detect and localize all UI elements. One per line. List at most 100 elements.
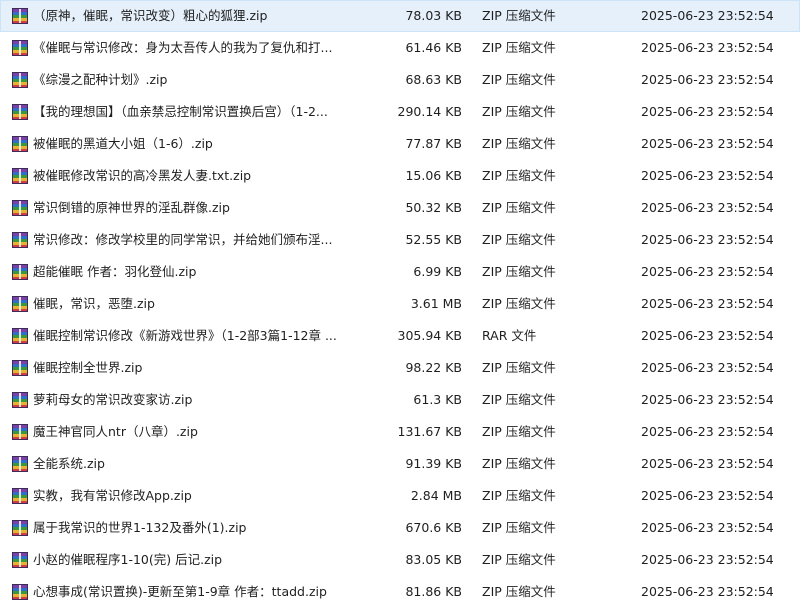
file-modified-date: 2025-06-23 23:52:54 [641, 168, 774, 183]
file-type: ZIP 压缩文件 [482, 72, 556, 87]
file-size: 6.99 KB [413, 264, 462, 279]
file-row[interactable]: 常识修改：修改学校里的同学常识，并给她们颁布淫... 52.55 KB ZIP 压缩… [0, 224, 800, 256]
file-modified-date: 2025-06-23 23:52:54 [641, 360, 774, 375]
file-name[interactable]: 全能系统.zip [33, 448, 105, 480]
file-modified-date: 2025-06-23 23:52:54 [641, 328, 774, 343]
archive-file-icon [12, 296, 28, 312]
file-name[interactable]: 属于我常识的世界1-132及番外(1).zip [33, 512, 246, 544]
file-name[interactable]: 催眠，常识，恶堕.zip [33, 288, 155, 320]
file-type: ZIP 压缩文件 [482, 552, 556, 567]
file-row[interactable]: 《综漫之配种计划》.zip 68.63 KB ZIP 压缩文件 2025-06-23 … [0, 64, 800, 96]
archive-file-icon [12, 392, 28, 408]
file-name[interactable]: 被催眠修改常识的高冷黑发人妻.txt.zip [33, 160, 251, 192]
file-type: ZIP 压缩文件 [482, 264, 556, 279]
archive-file-icon [12, 232, 28, 248]
file-size: 81.86 KB [405, 584, 462, 599]
file-row[interactable]: 全能系统.zip 91.39 KB ZIP 压缩文件 2025-06-23 23:52… [0, 448, 800, 480]
file-type: ZIP 压缩文件 [482, 296, 556, 311]
file-modified-date: 2025-06-23 23:52:54 [641, 296, 774, 311]
archive-file-icon [12, 136, 28, 152]
file-row[interactable]: 实教，我有常识修改App.zip 2.84 MB ZIP 压缩文件 2025-06-2… [0, 480, 800, 512]
archive-file-icon [12, 456, 28, 472]
file-name[interactable]: 实教，我有常识修改App.zip [33, 480, 192, 512]
file-row[interactable]: 属于我常识的世界1-132及番外(1).zip 670.6 KB ZIP 压缩文件 2… [0, 512, 800, 544]
file-type: ZIP 压缩文件 [482, 392, 556, 407]
file-type: ZIP 压缩文件 [482, 232, 556, 247]
file-name[interactable]: 《综漫之配种计划》.zip [33, 64, 167, 96]
file-name[interactable]: 小赵的催眠程序1-10(完) 后记.zip [33, 544, 222, 576]
file-type: ZIP 压缩文件 [482, 8, 556, 23]
file-row[interactable]: 被催眠的黑道大小姐（1-6）.zip 77.87 KB ZIP 压缩文件 2025-0… [0, 128, 800, 160]
file-row[interactable]: 萝莉母女的常识改变家访.zip 61.3 KB ZIP 压缩文件 2025-06-23… [0, 384, 800, 416]
file-modified-date: 2025-06-23 23:52:54 [641, 232, 774, 247]
file-modified-date: 2025-06-23 23:52:54 [641, 104, 774, 119]
file-modified-date: 2025-06-23 23:52:54 [641, 584, 774, 599]
file-name[interactable]: 常识修改：修改学校里的同学常识，并给她们颁布淫... [33, 224, 332, 256]
file-modified-date: 2025-06-23 23:52:54 [641, 8, 774, 23]
archive-file-icon [12, 264, 28, 280]
file-modified-date: 2025-06-23 23:52:54 [641, 520, 774, 535]
file-type: ZIP 压缩文件 [482, 520, 556, 535]
file-size: 78.03 KB [405, 8, 462, 23]
file-type: ZIP 压缩文件 [482, 424, 556, 439]
file-name[interactable]: 魔王神官同人ntr（八章）.zip [33, 416, 198, 448]
file-modified-date: 2025-06-23 23:52:54 [641, 40, 774, 55]
file-row[interactable]: 【我的理想国】（血亲禁忌控制常识置换后宫）（1-2... 290.14 KB ZIP… [0, 96, 800, 128]
file-row[interactable]: 魔王神官同人ntr（八章）.zip 131.67 KB ZIP 压缩文件 2025-0… [0, 416, 800, 448]
file-size: 52.55 KB [405, 232, 462, 247]
file-size: 83.05 KB [405, 552, 462, 567]
file-size: 68.63 KB [405, 72, 462, 87]
file-name[interactable]: 萝莉母女的常识改变家访.zip [33, 384, 192, 416]
file-modified-date: 2025-06-23 23:52:54 [641, 136, 774, 151]
archive-file-icon [12, 552, 28, 568]
file-name[interactable]: 【我的理想国】（血亲禁忌控制常识置换后宫）（1-2... [33, 96, 328, 128]
file-name[interactable]: 超能催眠 作者：羽化登仙.zip [33, 256, 196, 288]
file-row[interactable]: （原神，催眠，常识改变）粗心的狐狸.zip 78.03 KB ZIP 压缩文件 202… [0, 0, 800, 32]
file-row[interactable]: 催眠控制常识修改《新游戏世界》（1-2部3篇1-12章 ... 305.94 KB… [0, 320, 800, 352]
file-name[interactable]: 催眠控制常识修改《新游戏世界》（1-2部3篇1-12章 ... [33, 320, 337, 352]
file-row[interactable]: 《催眠与常识修改：身为太吾传人的我为了复仇和打... 61.46 KB ZIP 压缩… [0, 32, 800, 64]
file-row[interactable]: 心想事成(常识置换)-更新至第1-9章 作者：ttadd.zip 81.86 KB… [0, 576, 800, 608]
archive-file-icon [12, 584, 28, 600]
file-name[interactable]: 《催眠与常识修改：身为太吾传人的我为了复仇和打... [33, 32, 332, 64]
file-name[interactable]: 心想事成(常识置换)-更新至第1-9章 作者：ttadd.zip [33, 576, 327, 608]
file-row[interactable]: 催眠，常识，恶堕.zip 3.61 MB ZIP 压缩文件 2025-06-23 23… [0, 288, 800, 320]
file-type: ZIP 压缩文件 [482, 104, 556, 119]
archive-file-icon [12, 200, 28, 216]
file-row[interactable]: 超能催眠 作者：羽化登仙.zip 6.99 KB ZIP 压缩文件 2025-06-2… [0, 256, 800, 288]
file-modified-date: 2025-06-23 23:52:54 [641, 456, 774, 471]
file-row[interactable]: 催眠控制全世界.zip 98.22 KB ZIP 压缩文件 2025-06-23 23… [0, 352, 800, 384]
archive-file-icon [12, 104, 28, 120]
file-row[interactable]: 常识倒错的原神世界的淫乱群像.zip 50.32 KB ZIP 压缩文件 2025-0… [0, 192, 800, 224]
file-size: 61.46 KB [405, 40, 462, 55]
file-size: 91.39 KB [405, 456, 462, 471]
file-type: ZIP 压缩文件 [482, 168, 556, 183]
file-size: 15.06 KB [405, 168, 462, 183]
archive-file-icon [12, 72, 28, 88]
file-row[interactable]: 小赵的催眠程序1-10(完) 后记.zip 83.05 KB ZIP 压缩文件 202… [0, 544, 800, 576]
archive-file-icon [12, 520, 28, 536]
file-size: 98.22 KB [405, 360, 462, 375]
file-size: 3.61 MB [410, 296, 462, 311]
file-size: 131.67 KB [397, 424, 462, 439]
file-name[interactable]: 被催眠的黑道大小姐（1-6）.zip [33, 128, 213, 160]
file-size: 77.87 KB [405, 136, 462, 151]
archive-file-icon [12, 168, 28, 184]
file-name[interactable]: 催眠控制全世界.zip [33, 352, 142, 384]
file-row[interactable]: 被催眠修改常识的高冷黑发人妻.txt.zip 15.06 KB ZIP 压缩文件 20… [0, 160, 800, 192]
file-type: ZIP 压缩文件 [482, 200, 556, 215]
file-type: ZIP 压缩文件 [482, 136, 556, 151]
file-modified-date: 2025-06-23 23:52:54 [641, 424, 774, 439]
file-modified-date: 2025-06-23 23:52:54 [641, 552, 774, 567]
file-type: ZIP 压缩文件 [482, 40, 556, 55]
file-modified-date: 2025-06-23 23:52:54 [641, 392, 774, 407]
file-name[interactable]: 常识倒错的原神世界的淫乱群像.zip [33, 192, 230, 224]
archive-file-icon [12, 424, 28, 440]
file-type: ZIP 压缩文件 [482, 456, 556, 471]
file-size: 305.94 KB [397, 328, 462, 343]
file-size: 670.6 KB [405, 520, 462, 535]
file-type: ZIP 压缩文件 [482, 360, 556, 375]
file-name[interactable]: （原神，催眠，常识改变）粗心的狐狸.zip [33, 0, 267, 32]
file-modified-date: 2025-06-23 23:52:54 [641, 264, 774, 279]
archive-file-icon [12, 488, 28, 504]
